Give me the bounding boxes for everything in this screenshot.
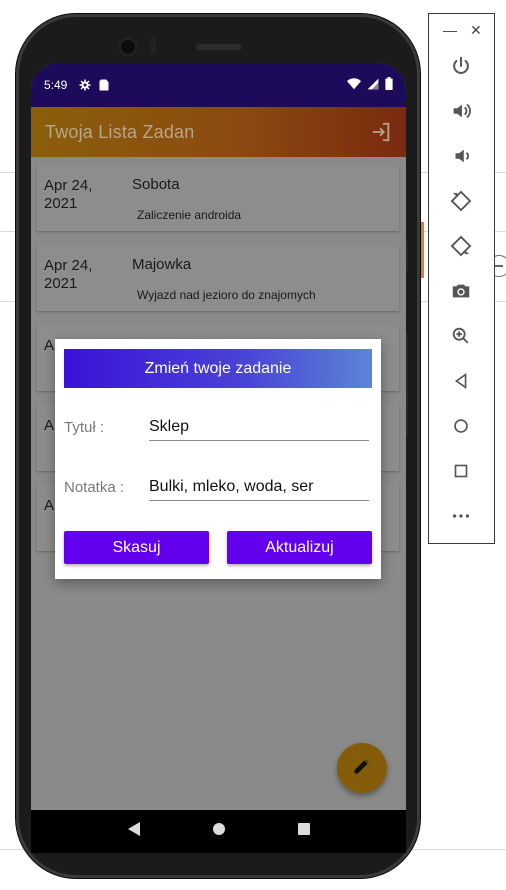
battery-icon — [385, 77, 393, 93]
status-bar: 5:49 — [31, 63, 406, 107]
edit-icon — [352, 756, 372, 781]
close-button[interactable]: ✕ — [470, 22, 482, 39]
gear-icon — [79, 79, 91, 91]
back-icon[interactable] — [447, 367, 475, 395]
sd-card-icon — [99, 79, 109, 91]
front-camera — [118, 37, 138, 57]
app-bar: Twoja Lista Zadan — [31, 107, 406, 157]
emulator-window-bar: — ✕ — [429, 14, 494, 46]
task-card[interactable]: Apr 24, 2021 Majowka Wyjazd nad jezioro … — [37, 245, 399, 311]
minimize-button[interactable]: — — [443, 22, 457, 38]
recents-icon[interactable] — [297, 822, 311, 841]
note-input[interactable] — [149, 475, 369, 501]
app-title: Twoja Lista Zadan — [45, 121, 195, 142]
task-title: Majowka — [132, 256, 192, 273]
rotate-left-icon[interactable] — [447, 187, 475, 215]
task-note: Zaliczenie androida — [137, 208, 242, 222]
title-input[interactable] — [149, 415, 369, 441]
status-right-icons — [347, 77, 393, 93]
signal-icon — [367, 78, 379, 93]
home-icon[interactable] — [212, 822, 226, 841]
title-label: Tytuł : — [64, 419, 105, 436]
task-note: Wyjazd nad jezioro do znajomych — [137, 288, 316, 302]
task-date: Apr 24, 2021 — [44, 177, 93, 212]
emulator-toolbar: — ✕ — [428, 13, 495, 544]
note-label: Notatka : — [64, 479, 125, 496]
camera-icon[interactable] — [447, 277, 475, 305]
more-icon[interactable] — [447, 502, 475, 530]
task-title: Sobota — [132, 176, 180, 193]
power-icon[interactable] — [447, 52, 475, 80]
phone-sensor — [150, 38, 156, 54]
task-date: Apr 24, 2021 — [44, 257, 93, 292]
dialog-title: Zmień twoje zadanie — [64, 349, 372, 388]
edit-task-dialog: Zmień twoje zadanie Tytuł : Notatka : Sk… — [55, 339, 381, 579]
zoom-icon[interactable] — [447, 322, 475, 350]
phone-speaker — [196, 44, 242, 50]
overview-icon[interactable] — [447, 457, 475, 485]
home-icon[interactable] — [447, 412, 475, 440]
update-button[interactable]: Aktualizuj — [227, 531, 372, 564]
task-card[interactable]: Apr 24, 2021 Sobota Zaliczenie androida — [37, 165, 399, 231]
back-icon[interactable] — [127, 822, 141, 841]
volume-down-icon[interactable] — [447, 142, 475, 170]
wifi-icon — [347, 77, 361, 93]
edit-fab-button[interactable] — [337, 743, 387, 793]
logout-icon[interactable] — [370, 121, 392, 143]
rotate-right-icon[interactable] — [447, 232, 475, 260]
status-time: 5:49 — [44, 78, 68, 92]
system-nav-bar — [31, 810, 406, 853]
volume-up-icon[interactable] — [447, 97, 475, 125]
delete-button[interactable]: Skasuj — [64, 531, 209, 564]
